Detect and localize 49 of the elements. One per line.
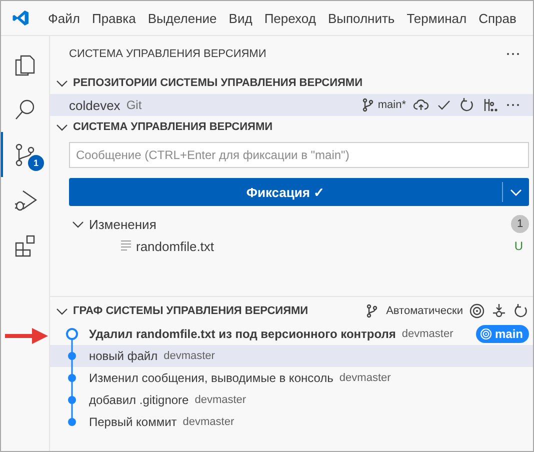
commit-row[interactable]: новый файл devmaster [50, 345, 533, 367]
file-name[interactable]: randomfile.txt [136, 238, 214, 254]
branch-label[interactable]: main* [360, 97, 406, 113]
commit-message: Удалил randomfile.txt из под версионного контроля [89, 327, 396, 341]
commit-author: devmaster [402, 328, 454, 340]
repository-row[interactable]: coldevex Git main* [50, 94, 533, 116]
menu-item[interactable]: Переход [258, 10, 322, 26]
commit-author: devmaster [164, 350, 215, 362]
pointer-arrow [4, 325, 49, 347]
target-icon[interactable] [469, 303, 485, 319]
commit-row[interactable]: добавил .gitignore devmaster [50, 389, 533, 411]
activity-bar-item[interactable]: 1 [1, 132, 49, 177]
app-logo-icon [12, 9, 30, 27]
section-title[interactable]: СИСТЕМА УПРАВЛЕНИЯ ВЕРСИЯМИ [73, 121, 273, 133]
commit-author: devmaster [339, 372, 391, 384]
commit-author: devmaster [182, 416, 234, 428]
section-title[interactable]: РЕПОЗИТОРИИ СИСТЕМЫ УПРАВЛЕНИЯ ВЕРСИЯМИ [73, 77, 362, 89]
cloud-upload-icon[interactable] [413, 97, 429, 113]
repository-name: coldevex [69, 98, 120, 112]
menu-item[interactable]: Выделение [142, 10, 223, 26]
menu-item[interactable]: Справ [472, 10, 522, 26]
commit-button[interactable]: Фиксация ✓ [69, 184, 502, 200]
file-status: U [514, 239, 523, 253]
menu-item[interactable]: Выполнить [322, 10, 401, 26]
commit-message-field[interactable]: Сообщение (CTRL+Enter для фиксации в "main") [69, 142, 529, 168]
refresh-icon[interactable] [513, 303, 529, 319]
refresh-icon[interactable] [459, 97, 475, 113]
text-file-icon [121, 239, 131, 251]
panel-title: СИСТЕМА УПРАВЛЕНИЯ ВЕРСИЯМИ [69, 48, 266, 60]
changes-label[interactable]: Изменения [89, 216, 156, 232]
commit-row[interactable]: Изменил сообщения, выводимые в консоль devmaster [50, 367, 533, 389]
menu-item[interactable]: Правка [86, 10, 142, 26]
commit-message: добавил .gitignore [89, 393, 189, 407]
count-badge: 1 [28, 155, 44, 171]
commit-author: devmaster [194, 394, 246, 406]
target-icon [480, 328, 492, 340]
commit-message: Изменил сообщения, выводимые в консоль [89, 371, 334, 385]
menu-item[interactable]: Терминал [400, 10, 473, 26]
section-title[interactable]: ГРАФ СИСТЕМЫ УПРАВЛЕНИЯ ВЕРСИЯМИ [73, 305, 308, 317]
menu-item[interactable]: Вид [222, 10, 258, 26]
menu-item[interactable]: Файл [42, 10, 86, 26]
count-badge: 1 [511, 215, 529, 233]
commit-message: новый файл [89, 349, 158, 363]
repository-provider: Git [126, 98, 142, 112]
commit-message: Первый коммит [89, 415, 177, 429]
fetch-icon[interactable] [491, 303, 507, 319]
branch-tag-label: main [494, 327, 523, 341]
mode-label[interactable]: Автоматически [386, 305, 463, 317]
commit-row[interactable]: Первый коммит devmaster [50, 411, 533, 433]
